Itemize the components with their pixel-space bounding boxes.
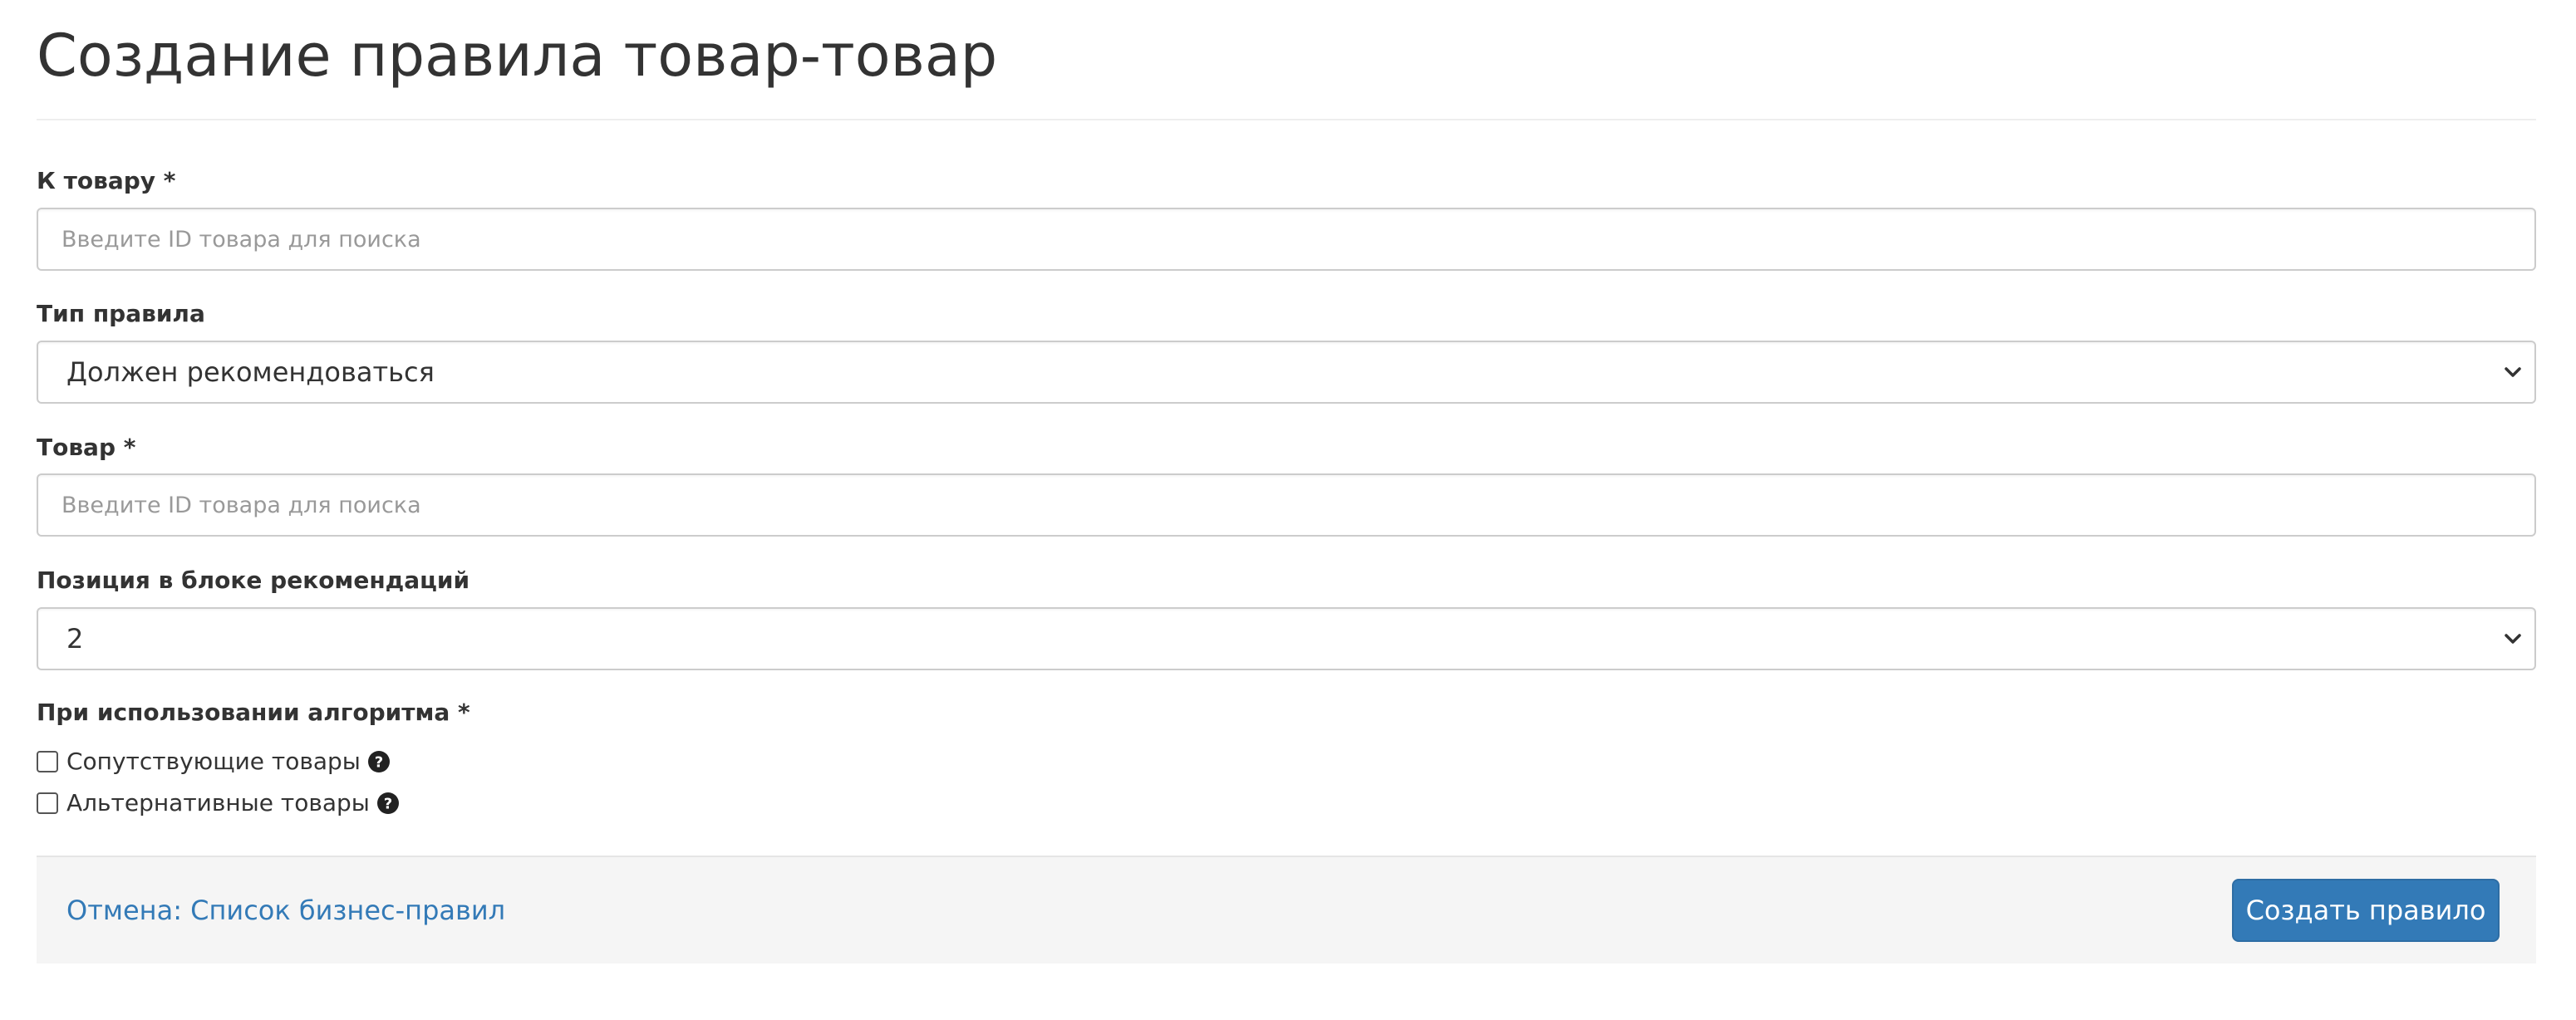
algorithm-option-alternative[interactable]: Альтернативные товары ? [37,787,400,820]
position-label: Позиция в блоке рекомендаций [37,566,470,594]
chevron-down-icon [2505,634,2521,644]
rule-type-selected-value: Должен рекомендоваться [66,356,435,388]
create-rule-button[interactable]: Создать правило [2232,879,2500,942]
product-label: Товар * [37,434,136,461]
position-selected-value: 2 [66,623,84,655]
svg-text:?: ? [375,754,383,772]
cancel-link[interactable]: Отмена: Список бизнес-правил [66,890,505,930]
rule-form-page: Создание правила товар-товар К товару * … [37,0,2536,1020]
title-divider [37,119,2536,120]
form-footer: Отмена: Список бизнес-правил Создать пра… [37,856,2536,964]
to-product-label: К товару * [37,167,176,194]
related-products-checkbox[interactable] [37,751,58,772]
svg-text:?: ? [384,796,392,813]
alternative-products-label: Альтернативные товары [66,789,370,816]
chevron-down-icon [2505,367,2521,377]
page-title: Создание правила товар-товар [37,22,998,90]
algorithm-option-related[interactable]: Сопутствующие товары ? [37,745,391,778]
product-input[interactable] [37,473,2536,537]
question-circle-icon[interactable]: ? [376,792,400,815]
rule-type-label: Тип правила [37,300,205,327]
position-select[interactable]: 2 [37,607,2536,670]
question-circle-icon[interactable]: ? [367,750,391,773]
to-product-input[interactable] [37,208,2536,271]
related-products-label: Сопутствующие товары [66,748,361,775]
rule-type-select[interactable]: Должен рекомендоваться [37,341,2536,404]
alternative-products-checkbox[interactable] [37,792,58,814]
algorithm-label: При использовании алгоритма * [37,699,470,726]
